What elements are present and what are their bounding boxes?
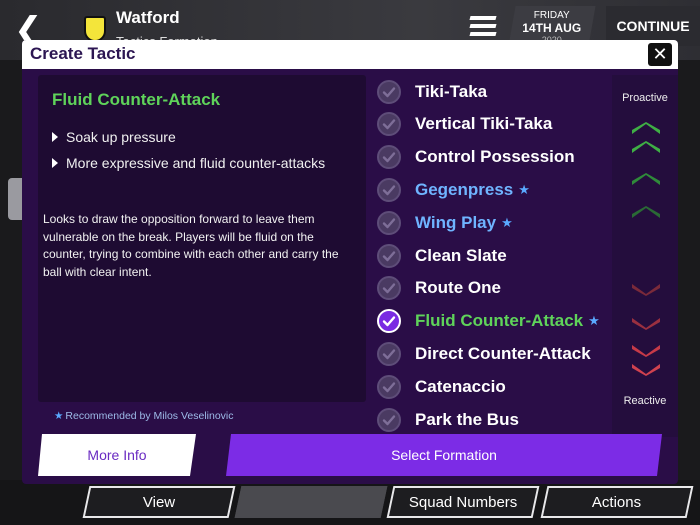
tactic-option-label: Clean Slate (415, 245, 507, 265)
checkmark-icon[interactable] (377, 112, 401, 137)
tactic-list: Tiki-Taka Vertical Tiki-Taka Control Posse… (372, 75, 612, 437)
date-day: FRIDAY (533, 10, 570, 21)
checkmark-icon[interactable] (377, 374, 401, 399)
chevron-up-icon (632, 141, 660, 153)
checkmark-icon[interactable] (377, 243, 401, 268)
tactic-option-label: Fluid Counter-Attack (415, 311, 584, 331)
tactic-option[interactable]: Route One (372, 272, 612, 305)
tactic-option-label: Direct Counter-Attack (415, 343, 591, 363)
bullet-text: More expressive and fluid counter-attack… (66, 155, 326, 171)
star-icon: ★ (54, 410, 64, 422)
tactic-option-label: Control Possession (415, 147, 575, 167)
squad-numbers-label: Squad Numbers (408, 493, 518, 511)
tactic-option[interactable]: Direct Counter-Attack (372, 337, 612, 370)
tactic-option[interactable]: Control Possession (372, 141, 612, 174)
modal-title: Create Tactic (30, 44, 136, 63)
checkmark-icon[interactable] (377, 276, 401, 301)
actions-label: Actions (592, 493, 642, 511)
view-button[interactable]: View (82, 486, 236, 518)
tactic-description: Looks to draw the opposition forward to … (43, 212, 339, 279)
chevron-down-icon (632, 318, 660, 330)
tactic-bullet: Soak up pressure (52, 129, 176, 145)
bullet-text: Soak up pressure (66, 129, 176, 145)
tactic-option[interactable]: Vertical Tiki-Taka (372, 108, 612, 141)
checkmark-icon[interactable] (377, 341, 401, 366)
view-button-label: View (142, 493, 176, 511)
recommended-star-icon: ★ (501, 214, 513, 230)
tactic-option[interactable]: Park the Bus (372, 403, 612, 436)
blank-button[interactable] (234, 486, 388, 518)
recommended-star-icon: ★ (588, 313, 600, 329)
scale-bottom-label: Reactive (623, 395, 667, 407)
tactic-option-label: Tiki-Taka (415, 81, 488, 101)
mentality-scale: Proactive Reactive (612, 75, 678, 437)
chevron-up-icon (632, 173, 660, 185)
tactic-option-label: Route One (415, 278, 501, 298)
club-name: Watford (116, 8, 180, 27)
chevron-down-icon (632, 364, 660, 376)
squad-numbers-button[interactable]: Squad Numbers (386, 486, 540, 518)
chevron-up-icon (632, 122, 660, 134)
tactic-option-label: Wing Play (415, 212, 497, 232)
recommended-star-icon: ★ (518, 181, 530, 197)
more-info-button[interactable]: More Info (38, 434, 196, 476)
date-value: 14TH AUG (522, 21, 582, 35)
tactic-option-label: Vertical Tiki-Taka (415, 114, 553, 134)
checkmark-icon[interactable] (377, 145, 401, 170)
select-formation-button[interactable]: Select Formation (226, 434, 662, 476)
chevron-up-icon (632, 206, 660, 218)
chevron-down-icon (632, 284, 660, 296)
scale-top-label: Proactive (622, 92, 668, 104)
menu-icon[interactable] (469, 16, 497, 38)
tactic-option-label: Catenaccio (415, 376, 506, 396)
tactic-option[interactable]: Wing Play ★ (372, 206, 612, 239)
tactic-option[interactable]: Catenaccio (372, 370, 612, 403)
tactic-option[interactable]: Tiki-Taka (372, 75, 612, 108)
recommended-by: ★ Recommended by Milos Veselinovic (54, 410, 234, 422)
club-crest-icon (84, 16, 106, 42)
tactic-option[interactable]: Fluid Counter-Attack ★ (372, 305, 612, 338)
recommended-by-text: Recommended by Milos Veselinovic (65, 410, 234, 422)
checkmark-icon[interactable] (377, 177, 401, 202)
tactic-detail-name: Fluid Counter-Attack (52, 90, 221, 109)
tactic-bullet: More expressive and fluid counter-attack… (52, 155, 325, 171)
chevron-down-icon (632, 345, 660, 357)
bullet-triangle-icon (52, 158, 58, 168)
tactic-option[interactable]: Gegenpress ★ (372, 173, 612, 206)
checkmark-icon[interactable] (377, 407, 401, 432)
close-icon[interactable]: ✕ (648, 43, 672, 66)
tactic-option-label: Park the Bus (415, 409, 519, 429)
tactic-option[interactable]: Clean Slate (372, 239, 612, 272)
actions-button[interactable]: Actions (540, 486, 694, 518)
checkmark-icon[interactable] (377, 79, 401, 104)
tactic-option-label: Gegenpress (415, 179, 514, 199)
create-tactic-modal: Create Tactic ✕ Fluid Counter-Attack Soa… (22, 40, 678, 484)
checkmark-selected-icon[interactable] (377, 309, 401, 334)
modal-title-bar: Create Tactic ✕ (22, 40, 678, 69)
bullet-triangle-icon (52, 132, 58, 142)
tactic-detail-panel: Fluid Counter-Attack Soak up pressure Mo… (38, 75, 366, 402)
checkmark-icon[interactable] (377, 210, 401, 235)
